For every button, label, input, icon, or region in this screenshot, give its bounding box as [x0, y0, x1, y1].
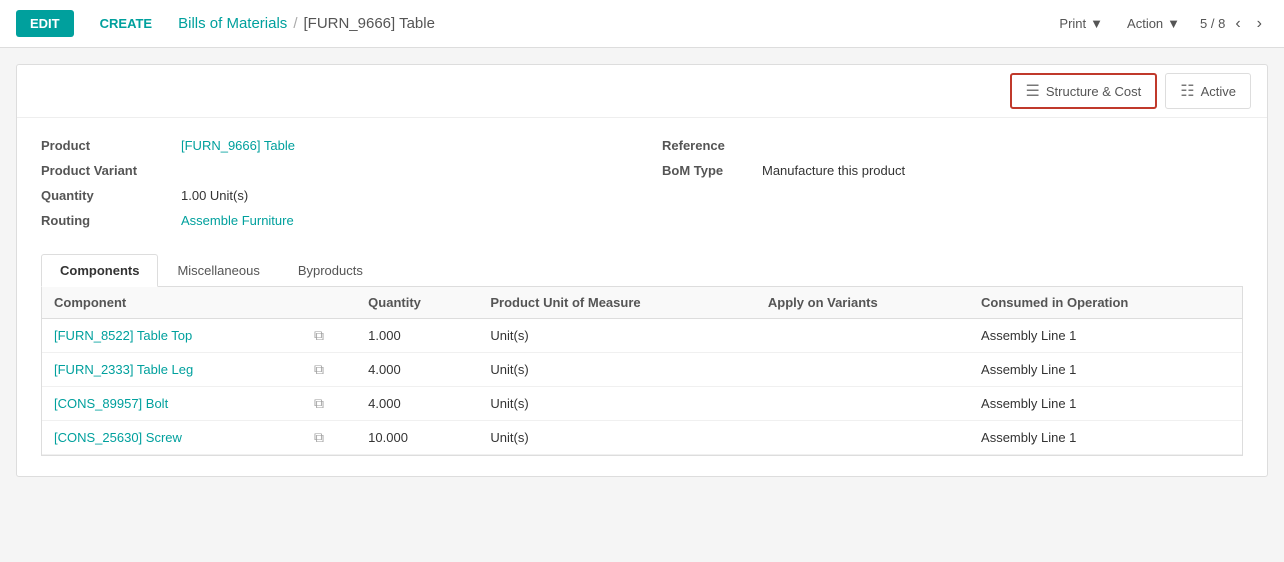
copy-cell[interactable]: ⧉ [302, 353, 356, 387]
uom-cell: Unit(s) [478, 421, 756, 455]
breadcrumb-current: [FURN_9666] Table [303, 15, 434, 32]
product-value[interactable]: [FURN_9666] Table [181, 138, 295, 153]
col-component: Component [42, 287, 302, 319]
lines-icon: ☰ [1026, 81, 1040, 101]
operation-cell: Assembly Line 1 [969, 353, 1242, 387]
copy-cell[interactable]: ⧉ [302, 421, 356, 455]
variants-cell [756, 421, 969, 455]
print-label: Print [1059, 16, 1086, 31]
table-row[interactable]: [FURN_8522] Table Top ⧉ 1.000 Unit(s) As… [42, 319, 1242, 353]
col-variants: Apply on Variants [756, 287, 969, 319]
table-row[interactable]: [FURN_2333] Table Leg ⧉ 4.000 Unit(s) As… [42, 353, 1242, 387]
quantity-value: 1.00 Unit(s) [181, 188, 248, 203]
pager: 5 / 8 ‹ › [1200, 13, 1268, 35]
components-table-container: Component Quantity Product Unit of Measu… [41, 287, 1243, 456]
toolbar-center: Print ▼ Action ▼ [1051, 12, 1188, 35]
quantity-row: Quantity 1.00 Unit(s) [41, 188, 622, 203]
operation-cell: Assembly Line 1 [969, 387, 1242, 421]
reference-label: Reference [662, 138, 762, 153]
bom-card: ☰ Structure & Cost ☷ Active Product [FUR… [16, 64, 1268, 477]
variant-label: Product Variant [41, 163, 181, 178]
routing-row: Routing Assemble Furniture [41, 213, 622, 228]
routing-value[interactable]: Assemble Furniture [181, 213, 294, 228]
action-button[interactable]: Action ▼ [1119, 12, 1188, 35]
main-content: ☰ Structure & Cost ☷ Active Product [FUR… [0, 48, 1284, 493]
breadcrumb-separator: / [293, 15, 297, 32]
tabs-bar: Components Miscellaneous Byproducts [41, 254, 1243, 287]
form-left-col: Product [FURN_9666] Table Product Varian… [41, 138, 622, 238]
operation-cell: Assembly Line 1 [969, 319, 1242, 353]
variants-cell [756, 353, 969, 387]
top-bar: EDIT CREATE Bills of Materials / [FURN_9… [0, 0, 1284, 48]
table-row[interactable]: [CONS_25630] Screw ⧉ 10.000 Unit(s) Asse… [42, 421, 1242, 455]
copy-cell[interactable]: ⧉ [302, 387, 356, 421]
component-cell[interactable]: [CONS_89957] Bolt [42, 387, 302, 421]
quantity-label: Quantity [41, 188, 181, 203]
card-top: ☰ Structure & Cost ☷ Active [17, 65, 1267, 118]
copy-icon[interactable]: ⧉ [314, 429, 324, 445]
form-right-col: Reference BoM Type Manufacture this prod… [662, 138, 1243, 238]
col-quantity: Quantity [356, 287, 478, 319]
quantity-cell: 4.000 [356, 387, 478, 421]
copy-icon[interactable]: ⧉ [314, 327, 324, 343]
quantity-cell: 4.000 [356, 353, 478, 387]
edit-button[interactable]: EDIT [16, 10, 74, 37]
uom-cell: Unit(s) [478, 319, 756, 353]
uom-cell: Unit(s) [478, 353, 756, 387]
table-header-row: Component Quantity Product Unit of Measu… [42, 287, 1242, 319]
component-cell[interactable]: [CONS_25630] Screw [42, 421, 302, 455]
tab-byproducts[interactable]: Byproducts [279, 254, 382, 286]
quantity-cell: 1.000 [356, 319, 478, 353]
product-label: Product [41, 138, 181, 153]
pager-prev-button[interactable]: ‹ [1229, 13, 1246, 35]
copy-icon[interactable]: ⧉ [314, 395, 324, 411]
variants-cell [756, 387, 969, 421]
col-operation: Consumed in Operation [969, 287, 1242, 319]
components-table: Component Quantity Product Unit of Measu… [42, 287, 1242, 455]
action-label: Action [1127, 16, 1163, 31]
bom-type-value: Manufacture this product [762, 163, 905, 178]
print-button[interactable]: Print ▼ [1051, 12, 1111, 35]
pager-text: 5 / 8 [1200, 16, 1225, 31]
form-section: Product [FURN_9666] Table Product Varian… [41, 138, 1243, 238]
variant-row: Product Variant [41, 163, 622, 178]
table-row[interactable]: [CONS_89957] Bolt ⧉ 4.000 Unit(s) Assemb… [42, 387, 1242, 421]
quantity-cell: 10.000 [356, 421, 478, 455]
variants-cell [756, 319, 969, 353]
create-button[interactable]: CREATE [86, 10, 166, 37]
tab-miscellaneous[interactable]: Miscellaneous [158, 254, 278, 286]
col-copy [302, 287, 356, 319]
breadcrumb-parent[interactable]: Bills of Materials [178, 15, 287, 32]
copy-icon[interactable]: ⧉ [314, 361, 324, 377]
active-button[interactable]: ☷ Active [1165, 73, 1251, 109]
action-chevron-icon: ▼ [1167, 16, 1180, 31]
structure-cost-button[interactable]: ☰ Structure & Cost [1010, 73, 1158, 109]
bom-type-label: BoM Type [662, 163, 762, 178]
bom-type-row: BoM Type Manufacture this product [662, 163, 1243, 178]
table-icon: ☷ [1180, 81, 1194, 101]
component-cell[interactable]: [FURN_2333] Table Leg [42, 353, 302, 387]
product-row: Product [FURN_9666] Table [41, 138, 622, 153]
routing-label: Routing [41, 213, 181, 228]
reference-row: Reference [662, 138, 1243, 153]
structure-cost-label: Structure & Cost [1046, 84, 1141, 99]
uom-cell: Unit(s) [478, 387, 756, 421]
operation-cell: Assembly Line 1 [969, 421, 1242, 455]
print-chevron-icon: ▼ [1090, 16, 1103, 31]
active-label: Active [1201, 84, 1236, 99]
tab-components[interactable]: Components [41, 254, 158, 287]
pager-next-button[interactable]: › [1251, 13, 1268, 35]
component-cell[interactable]: [FURN_8522] Table Top [42, 319, 302, 353]
breadcrumb: Bills of Materials / [FURN_9666] Table [178, 15, 1039, 32]
copy-cell[interactable]: ⧉ [302, 319, 356, 353]
card-body: Product [FURN_9666] Table Product Varian… [17, 118, 1267, 476]
col-uom: Product Unit of Measure [478, 287, 756, 319]
